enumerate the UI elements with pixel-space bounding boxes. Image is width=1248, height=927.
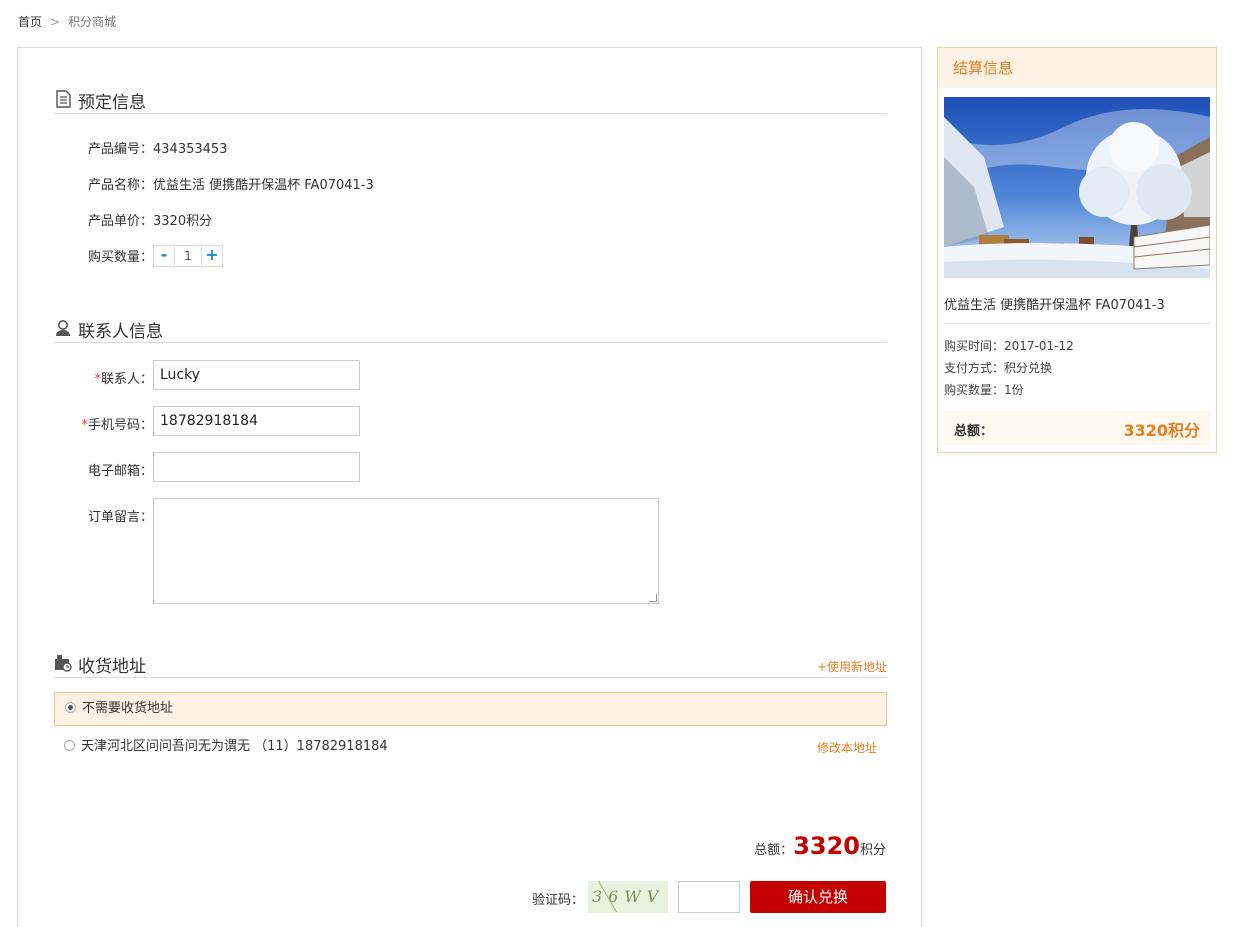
- checkout-summary-title: 结算信息: [938, 48, 1216, 88]
- breadcrumb-current: 积分商城: [68, 15, 117, 29]
- unit-price-value: 3320积分: [153, 214, 213, 229]
- sidebar-total: 总额： 3320积分: [944, 411, 1210, 445]
- order-note-label: 订单留言：: [87, 510, 153, 525]
- confirm-exchange-button[interactable]: 确认兑换: [750, 881, 886, 913]
- address-option-none[interactable]: 不需要收货地址: [54, 692, 887, 726]
- email-input[interactable]: [153, 452, 360, 482]
- captcha-input[interactable]: [678, 881, 740, 913]
- checkout-summary-panel: 结算信息 优益生活 便携酷开保温杯 FA07041-3 购买时间：2017-01…: [937, 47, 1217, 453]
- purchase-time: 购买时间：2017-01-12: [944, 339, 1074, 353]
- product-code-row: 产品编号：434353453: [54, 138, 227, 157]
- total-label: 总额：: [754, 843, 794, 858]
- address-section-header: 收货地址 +使用新地址: [54, 652, 887, 678]
- purchase-quantity: 购买数量：1份: [944, 383, 1024, 397]
- use-new-address-link[interactable]: +使用新地址: [817, 658, 887, 675]
- divider: [944, 323, 1210, 324]
- resize-handle[interactable]: [649, 594, 657, 602]
- address-section-title: 收货地址: [78, 657, 146, 677]
- unit-price-row: 产品单价：3320积分: [54, 210, 212, 229]
- sidebar-product-name: 优益生活 便携酷开保温杯 FA07041-3: [944, 298, 1165, 313]
- product-image: [944, 97, 1210, 278]
- sidebar-total-label: 总额：: [954, 424, 994, 439]
- address-radio[interactable]: [64, 740, 75, 751]
- edit-address-link[interactable]: 修改本地址: [817, 732, 877, 764]
- email-label: 电子邮箱：: [87, 464, 153, 479]
- breadcrumb-separator: >: [50, 15, 61, 29]
- phone-label: *手机号码：: [81, 418, 153, 433]
- user-icon: [56, 320, 70, 336]
- breadcrumb-home-link[interactable]: 首页: [18, 15, 42, 29]
- phone-row: *手机号码：: [54, 414, 153, 433]
- captcha-image[interactable]: 36WV: [588, 881, 668, 913]
- order-form-panel: 预定信息 产品编号：434353453 产品名称：优益生活 便携酷开保温杯 FA…: [17, 47, 922, 927]
- email-row: 电子邮箱：: [54, 460, 153, 479]
- captcha-label: 验证码：: [532, 893, 585, 908]
- contact-name-label: *联系人：: [94, 372, 153, 387]
- product-name-row: 产品名称：优益生活 便携酷开保温杯 FA07041-3: [54, 174, 374, 193]
- quantity-row: 购买数量：: [54, 246, 153, 265]
- delivery-box-icon: [55, 655, 72, 672]
- phone-input[interactable]: 18782918184: [153, 406, 360, 436]
- quantity-stepper[interactable]: - 1 +: [153, 245, 223, 267]
- booking-section-header: 预定信息: [54, 88, 887, 114]
- order-note-row: 订单留言：: [54, 506, 153, 525]
- total-unit: 积分: [859, 843, 886, 858]
- document-icon: [56, 90, 71, 108]
- product-code-value: 434353453: [153, 142, 228, 157]
- product-name-label: 产品名称：: [87, 178, 153, 193]
- product-code-label: 产品编号：: [87, 142, 153, 157]
- contact-name-row: *联系人：: [54, 368, 153, 387]
- quantity-decrease-button[interactable]: -: [154, 246, 174, 266]
- quantity-value[interactable]: 1: [174, 246, 202, 266]
- breadcrumb: 首页 > 积分商城: [18, 13, 116, 30]
- contact-name-input[interactable]: Lucky: [153, 360, 360, 390]
- product-name-value: 优益生活 便携酷开保温杯 FA07041-3: [153, 178, 374, 193]
- payment-method: 支付方式：积分兑换: [944, 361, 1053, 375]
- total-value: 3320: [793, 832, 860, 860]
- contact-section-title: 联系人信息: [78, 322, 163, 342]
- sidebar-total-value: 3320积分: [1123, 421, 1200, 440]
- address-option-label: 不需要收货地址: [82, 701, 174, 716]
- booking-section-title: 预定信息: [78, 93, 146, 113]
- order-note-textarea[interactable]: [153, 498, 659, 604]
- quantity-label: 购买数量：: [87, 250, 153, 265]
- order-total: 总额：3320积分: [754, 832, 886, 860]
- contact-section-header: 联系人信息: [54, 317, 887, 343]
- address-option-saved[interactable]: 天津河北区问问吾问无为谓无 （11）18782918184 修改本地址: [54, 731, 887, 765]
- unit-price-label: 产品单价：: [87, 214, 153, 229]
- quantity-increase-button[interactable]: +: [202, 246, 222, 266]
- address-option-label: 天津河北区问问吾问无为谓无 （11）18782918184: [81, 739, 388, 754]
- address-radio[interactable]: [65, 702, 76, 713]
